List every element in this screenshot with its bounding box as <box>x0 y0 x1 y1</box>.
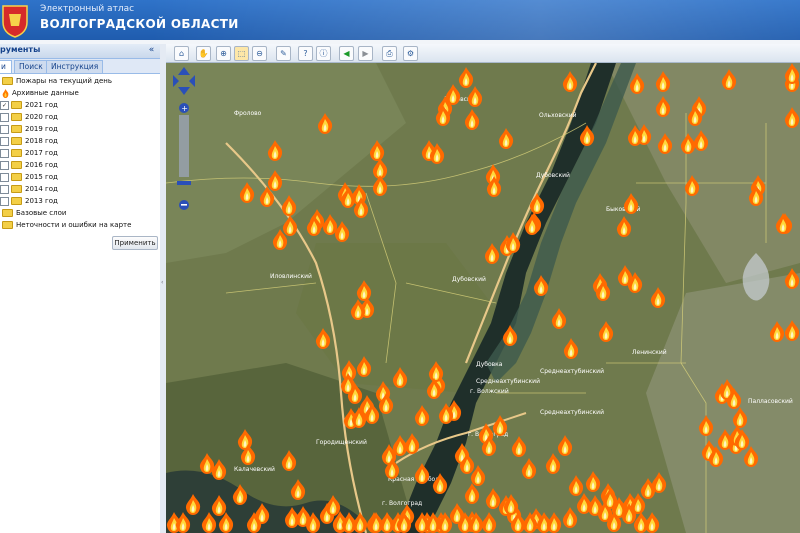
tree-node-base-layers[interactable]: Базовые слои <box>2 208 66 219</box>
map-label: Среднеахтубинский <box>540 409 604 416</box>
tree-node-current-fires[interactable]: Пожары на текущий день <box>2 76 112 87</box>
tree-node-map-errors[interactable]: Неточности и ошибки на карте <box>2 220 131 231</box>
map-label: Среднеахтубинский <box>476 378 540 385</box>
zoom-plus-glyph: + <box>181 104 188 113</box>
coat-of-arms-icon <box>2 5 28 38</box>
map-label: г. Волгоград <box>382 500 422 507</box>
map-label: Дубовский <box>452 276 486 283</box>
tab-instructions[interactable]: Инструкция <box>46 60 104 73</box>
folder-icon <box>2 221 13 229</box>
zoom-slider-track[interactable] <box>179 115 189 177</box>
zoom-out-icon[interactable]: ⊖ <box>252 46 267 61</box>
app-subtitle: Электронный атлас <box>40 4 135 14</box>
tree-node-2017[interactable]: 2017 год <box>0 148 58 159</box>
folder-icon <box>11 161 22 169</box>
map-label: Ольховский <box>539 112 577 119</box>
folder-icon <box>2 77 13 85</box>
checkbox[interactable] <box>0 172 9 182</box>
zoom-in-icon[interactable]: ⊕ <box>216 46 231 61</box>
map-label: Дубовский <box>536 172 570 179</box>
zoom-extent-icon[interactable]: ⌂ <box>174 46 189 61</box>
folder-icon <box>11 185 22 193</box>
back-arrow-icon[interactable]: ◀ <box>339 46 354 61</box>
checkbox[interactable] <box>0 148 9 158</box>
map-label: Городищенский <box>316 439 367 446</box>
folder-icon <box>11 137 22 145</box>
sidebar-header: рументы « <box>0 44 160 59</box>
map-label: Дубовка <box>476 361 503 368</box>
checkbox[interactable] <box>0 112 9 122</box>
checkbox[interactable] <box>0 184 9 194</box>
forward-arrow-icon[interactable]: ▶ <box>358 46 373 61</box>
tree-node-2013[interactable]: 2013 год <box>0 196 58 207</box>
map-toolbar: ⌂ ✋ ⊕ ⬚ ⊖ ✎ ? ⓘ ◀ ▶ ⎙ ⚙ <box>166 44 800 63</box>
sidebar-tabs: и Поиск Инструкция <box>0 59 160 74</box>
tree-node-2014[interactable]: 2014 год <box>0 184 58 195</box>
settings-icon[interactable]: ⚙ <box>403 46 418 61</box>
header-sheen <box>150 0 800 40</box>
map-label: г. Волжский <box>470 388 509 395</box>
checkbox[interactable] <box>0 124 9 134</box>
tab-search[interactable]: Поиск <box>14 60 48 73</box>
fire-icon <box>2 88 9 98</box>
map-view[interactable]: Фролово Иловлинский Быковский Ольховский… <box>166 63 800 533</box>
checkbox[interactable] <box>0 196 9 206</box>
sidebar-title: рументы <box>0 45 41 54</box>
zoom-minus-glyph <box>181 204 187 206</box>
tree-node-2018[interactable]: 2018 год <box>0 136 58 147</box>
map-canvas[interactable]: Фролово Иловлинский Быковский Ольховский… <box>166 63 800 533</box>
tree-node-archive[interactable]: Архивные данные <box>2 88 79 99</box>
tree-node-2021[interactable]: ✓ 2021 год <box>0 100 58 111</box>
apply-button[interactable]: Применить <box>112 236 158 250</box>
folder-icon <box>2 209 13 217</box>
map-label: Иловлинский <box>270 273 312 280</box>
sidebar-panel: рументы « и Поиск Инструкция Пожары на т… <box>0 44 161 533</box>
app-header: Электронный атлас ВОЛГОГРАДСКОЙ ОБЛАСТИ <box>0 0 800 40</box>
folder-icon <box>11 113 22 121</box>
map-label: Калачевский <box>234 466 275 473</box>
zoom-box-icon[interactable]: ⬚ <box>234 46 249 61</box>
tree-node-2020[interactable]: 2020 год <box>0 112 58 123</box>
tree-node-2019[interactable]: 2019 год <box>0 124 58 135</box>
checkbox[interactable] <box>0 136 9 146</box>
folder-icon <box>11 197 22 205</box>
info-icon[interactable]: ? <box>298 46 313 61</box>
identify-icon[interactable]: ⓘ <box>316 46 331 61</box>
checkbox-checked[interactable]: ✓ <box>0 100 9 110</box>
map-label: Среднеахтубинский <box>540 368 604 375</box>
folder-icon <box>11 149 22 157</box>
pan-hand-icon[interactable]: ✋ <box>196 46 211 61</box>
splitter-grip-icon[interactable]: ‹ <box>161 279 165 297</box>
double-chevron-left-icon[interactable]: « <box>146 45 157 56</box>
print-icon[interactable]: ⎙ <box>382 46 397 61</box>
map-label: Фролово <box>234 110 262 117</box>
tree-node-2015[interactable]: 2015 год <box>0 172 58 183</box>
app-title: ВОЛГОГРАДСКОЙ ОБЛАСТИ <box>40 17 239 31</box>
folder-icon <box>11 125 22 133</box>
tab-tools[interactable]: и <box>0 60 12 73</box>
checkbox[interactable] <box>0 160 9 170</box>
folder-icon <box>11 173 22 181</box>
measure-icon[interactable]: ✎ <box>276 46 291 61</box>
folder-icon <box>11 101 22 109</box>
map-label: Палласовский <box>748 398 793 405</box>
map-label: Ленинский <box>632 349 667 356</box>
zoom-slider-handle[interactable] <box>177 181 191 185</box>
tree-node-2016[interactable]: 2016 год <box>0 160 58 171</box>
